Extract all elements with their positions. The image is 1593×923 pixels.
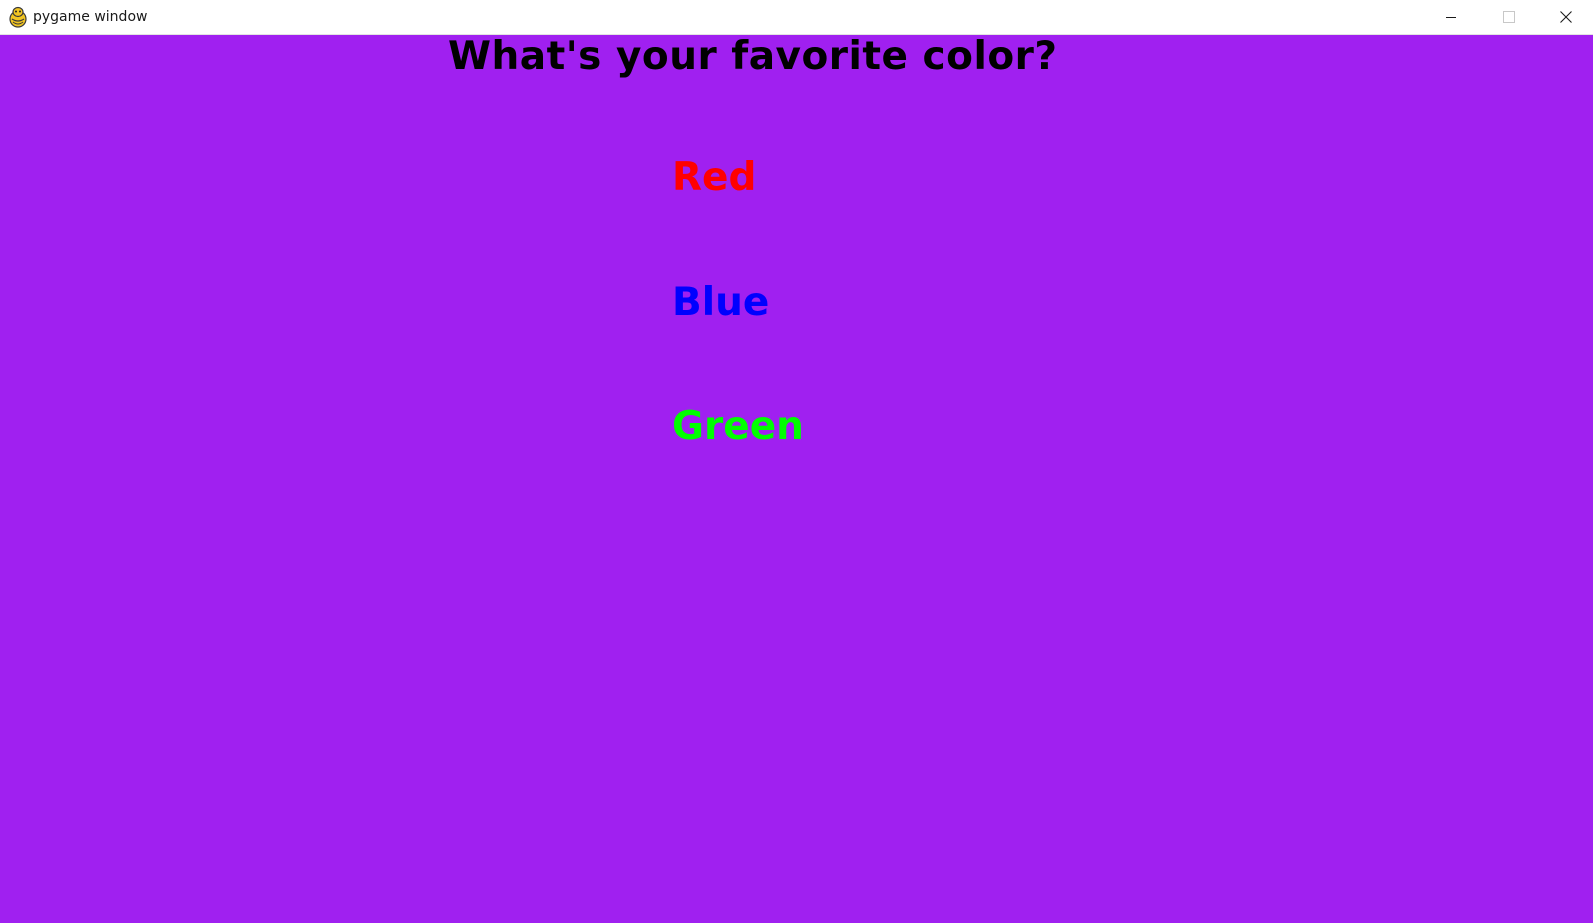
option-red[interactable]: Red	[672, 156, 756, 200]
pygame-window: pygame window What's your favorite color…	[0, 0, 1593, 923]
question-text: What's your favorite color?	[448, 34, 1058, 79]
title-bar[interactable]: pygame window	[0, 0, 1593, 35]
game-canvas[interactable]: What's your favorite color? Red Blue Gre…	[0, 35, 1593, 923]
minimize-icon	[1446, 17, 1456, 18]
option-blue[interactable]: Blue	[672, 281, 769, 325]
close-icon	[1559, 11, 1572, 23]
pygame-snake-icon	[8, 6, 28, 28]
option-green[interactable]: Green	[672, 405, 804, 449]
maximize-button[interactable]	[1480, 0, 1538, 34]
window-title: pygame window	[33, 9, 148, 25]
maximize-icon	[1503, 11, 1515, 23]
minimize-button[interactable]	[1422, 0, 1480, 34]
close-button[interactable]	[1538, 0, 1593, 34]
